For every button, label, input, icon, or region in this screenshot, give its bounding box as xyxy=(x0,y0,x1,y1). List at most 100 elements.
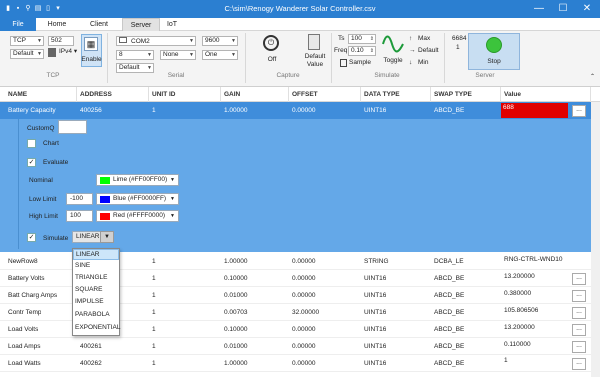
collapse-ribbon-icon[interactable]: ⌃ xyxy=(590,73,595,82)
max-arrow-icon[interactable]: ↑ xyxy=(409,34,412,43)
group-serial: Serial xyxy=(167,72,185,79)
high-limit-label: High Limit xyxy=(29,213,58,220)
high-limit-input[interactable]: 100 xyxy=(66,210,93,222)
cell-swap-type: ABCD_BE xyxy=(434,107,465,114)
cell-value[interactable]: 13.200000 xyxy=(501,319,535,336)
col-name[interactable]: NAME xyxy=(5,87,77,102)
cell-gain: 0.01000 xyxy=(224,343,248,350)
baud-select[interactable]: 9600 ▼ xyxy=(202,36,238,46)
simulate-label: Simulate xyxy=(43,235,69,242)
quick-save-icon[interactable]: ▪ xyxy=(14,3,22,13)
tab-server[interactable]: Server xyxy=(122,18,160,31)
cell-data-type: UINT16 xyxy=(364,107,387,114)
cell-data-type: UINT16 xyxy=(364,309,387,316)
vertical-scrollbar[interactable] xyxy=(591,102,600,377)
ts-input[interactable]: 100 ⇕ xyxy=(348,34,376,44)
chevron-down-icon[interactable]: ▼ xyxy=(100,231,114,243)
option-sine[interactable]: SINE xyxy=(73,261,119,272)
toggle-label: Toggle xyxy=(383,57,403,64)
col-value[interactable]: Value xyxy=(501,87,591,102)
tab-file[interactable]: File xyxy=(0,18,36,31)
close-button[interactable]: ✕ xyxy=(575,0,599,18)
default-value-icon[interactable] xyxy=(308,34,320,50)
col-address[interactable]: ADDRESS xyxy=(77,87,149,102)
min-arrow-icon[interactable]: ↓ xyxy=(409,58,412,67)
quick-open-icon[interactable]: ▤ xyxy=(34,3,42,13)
low-color-select[interactable]: Blue (#FF0000FF) ▼ xyxy=(96,193,179,205)
cell-value[interactable]: 0.110000 xyxy=(501,336,531,353)
quick-doc-icon[interactable]: ▯ xyxy=(44,3,52,13)
freq-label: Freq xyxy=(334,47,348,54)
evaluate-checkbox[interactable]: ✓ xyxy=(27,158,36,167)
cell-value[interactable]: 1 xyxy=(501,352,508,369)
edit-button[interactable]: ... xyxy=(572,290,586,302)
col-gain[interactable]: GAIN xyxy=(221,87,289,102)
cell-data-type: UINT16 xyxy=(364,343,387,350)
col-unit-id[interactable]: UNIT ID xyxy=(149,87,221,102)
quick-link-icon[interactable]: ⚲ xyxy=(24,3,32,13)
option-triangle[interactable]: TRIANGLE xyxy=(73,273,119,284)
default-label: Default xyxy=(418,47,439,54)
nominal-color-select[interactable]: Lime (#FF00FF00) ▼ xyxy=(96,174,179,186)
cell-value[interactable]: 0.380000 xyxy=(501,285,531,302)
low-limit-label: Low Limit xyxy=(29,196,57,203)
edit-button[interactable]: ... xyxy=(572,358,586,370)
simulate-checkbox[interactable]: ✓ xyxy=(27,233,36,242)
edit-button[interactable]: ... xyxy=(572,307,586,319)
quick-access-dropdown-icon[interactable]: ▾ xyxy=(54,3,62,13)
edit-button[interactable]: ... xyxy=(572,105,586,117)
sample-label: Sample xyxy=(349,59,372,66)
chart-checkbox[interactable] xyxy=(27,139,36,148)
stop-bits-select[interactable]: One ▼ xyxy=(202,50,238,60)
max-label: Max xyxy=(418,35,431,42)
server-count-1: 6684 xyxy=(452,35,467,42)
default-arrow-icon[interactable]: → xyxy=(409,46,416,55)
group-capture: Capture xyxy=(276,72,300,79)
tab-client[interactable]: Client xyxy=(80,18,118,31)
option-exponential[interactable]: EXPONENTIAL xyxy=(73,323,121,334)
stop-icon xyxy=(486,37,502,53)
cell-name: Batt Charg Amps xyxy=(8,292,58,299)
parity-select[interactable]: None ▼ xyxy=(160,50,196,60)
server-count-2: 1 xyxy=(456,44,460,51)
power-icon[interactable]: ⏻ xyxy=(263,35,279,51)
port-input[interactable]: 502 xyxy=(48,36,74,46)
tab-iot[interactable]: IoT xyxy=(162,18,182,31)
col-data-type[interactable]: DATA TYPE xyxy=(361,87,431,102)
cell-swap-type: ABCD_BE xyxy=(434,326,465,333)
cell-name: NewRow8 xyxy=(8,258,38,265)
option-linear[interactable]: LINEAR xyxy=(73,249,119,260)
ip-mode-select[interactable]: Default ▼ xyxy=(10,49,44,59)
low-limit-input[interactable]: -100 xyxy=(66,193,93,205)
edit-button[interactable]: ... xyxy=(572,273,586,285)
sample-icon[interactable] xyxy=(340,59,347,67)
option-impulse[interactable]: IMPULSE xyxy=(73,297,119,308)
high-color-select[interactable]: Red (#FFFF0000) ▼ xyxy=(96,210,179,222)
nominal-label: Nominal xyxy=(29,177,53,184)
cell-unit-id: 1 xyxy=(152,343,156,350)
cell-value-alarm[interactable]: 688 xyxy=(501,103,568,118)
option-square[interactable]: SQUARE xyxy=(73,285,119,296)
protocol-select[interactable]: TCP ▼ xyxy=(10,36,44,46)
col-swap-type[interactable]: SWAP TYPE xyxy=(431,87,501,102)
cell-value[interactable]: 13.200000 xyxy=(501,268,535,285)
ipv-select[interactable]: IPv4 ▾ xyxy=(59,47,77,56)
col-offset[interactable]: OFFSET xyxy=(289,87,361,102)
cell-value[interactable]: 105.806506 xyxy=(501,302,538,319)
edit-button[interactable]: ... xyxy=(572,341,586,353)
minimize-button[interactable]: — xyxy=(527,0,551,18)
option-parabola[interactable]: PARABOLA xyxy=(73,310,119,321)
tab-home[interactable]: Home xyxy=(40,18,74,31)
custom-input[interactable] xyxy=(58,120,87,134)
cell-value[interactable]: RNG-CTRL-WND10 xyxy=(501,251,563,268)
data-bits-select[interactable]: 8 ▼ xyxy=(116,50,154,60)
cell-swap-type: ABCD_BE xyxy=(434,343,465,350)
cell-name: Load Amps xyxy=(8,343,41,350)
edit-button[interactable]: ... xyxy=(572,324,586,336)
maximize-button[interactable]: ☐ xyxy=(551,0,575,18)
toggle-wave-icon[interactable] xyxy=(381,34,405,54)
cell-offset: 0.00000 xyxy=(292,107,316,114)
cell-gain: 1.00000 xyxy=(224,258,248,265)
com-port-select[interactable]: COM2 ▼ xyxy=(116,36,196,46)
freq-input[interactable]: 0.10 ⇕ xyxy=(348,46,376,56)
